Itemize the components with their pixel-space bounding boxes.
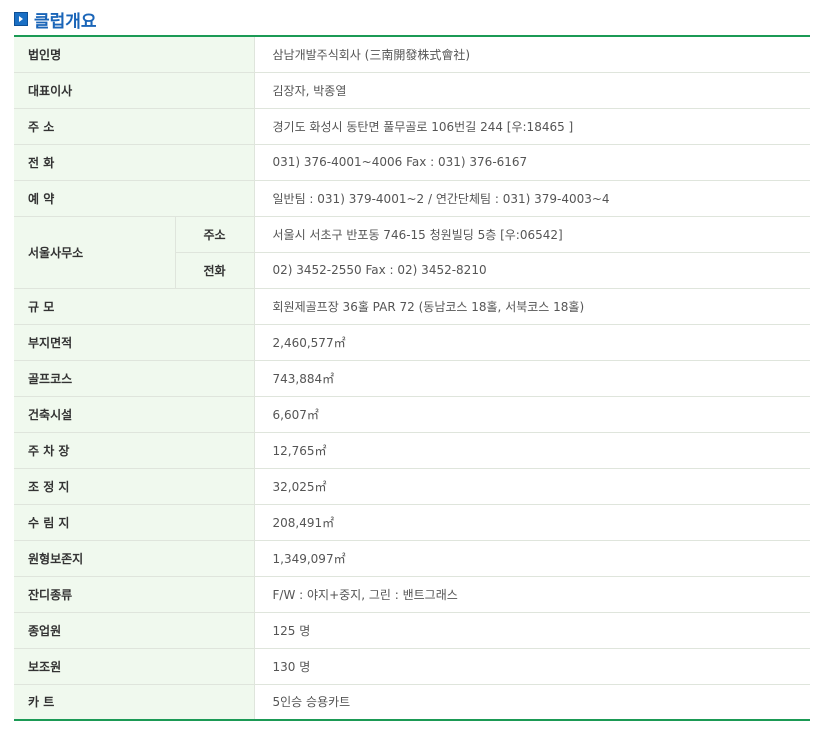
table-row: 골프코스 743,884㎡ [14,360,810,397]
table-row: 주 차 장 12,765㎡ [14,432,810,469]
section-title: 클럽개요 [34,11,97,32]
row-value: 일반팀 : 031) 379-4001~2 / 연간단체팀 : 031) 379… [254,180,810,217]
club-overview-table: 법인명 삼남개발주식회사 (三南開發株式會社) 대표이사 김장자, 박종열 주 … [14,35,810,721]
row-value: 경기도 화성시 동탄면 풀무골로 106번길 244 [우:18465 ] [254,108,810,145]
row-label: 주 차 장 [14,432,255,469]
row-value: 32,025㎡ [254,468,810,505]
table-row: 조 정 지 32,025㎡ [14,468,810,505]
row-label: 법인명 [14,36,255,73]
table-row: 수 림 지 208,491㎡ [14,504,810,541]
row-value: 5인승 승용카트 [272,695,351,710]
row-label: 규 모 [14,288,255,325]
table-row: 종업원 125 명 [14,612,810,649]
seoul-office-phone-label: 전화 [175,252,255,289]
table-row: 주 소 경기도 화성시 동탄면 풀무골로 106번길 244 [우:18465 … [14,108,810,145]
row-value: 2,460,577㎡ [254,324,810,361]
row-value: F/W : 야지+중지, 그린 : 밴트그래스 [254,576,810,613]
row-label: 카 트 [14,684,255,720]
arrow-right-icon [14,12,28,26]
table-row: 건축시설 6,607㎡ [14,396,810,433]
row-label: 잔디종류 [14,576,255,613]
row-value: 김장자, 박종열 [254,72,810,109]
row-label: 전 화 [14,144,255,181]
table-row: 규 모 회원제골프장 36홀 PAR 72 (동남코스 18홀, 서북코스 18… [14,288,810,325]
table-row: 잔디종류 F/W : 야지+중지, 그린 : 밴트그래스 [14,576,810,613]
seoul-office-phone-value: 02) 3452-2550 Fax : 02) 3452-8210 [254,252,810,289]
table-row: 예 약 일반팀 : 031) 379-4001~2 / 연간단체팀 : 031)… [14,180,810,217]
row-label: 수 림 지 [14,504,255,541]
row-value: 743,884㎡ [254,360,810,397]
table-row: 대표이사 김장자, 박종열 [14,72,810,109]
row-value: 125 명 [254,612,810,649]
row-label: 예 약 [14,180,255,217]
section-header: 클럽개요 [14,6,97,32]
row-value: 208,491㎡ [254,504,810,541]
row-value: 12,765㎡ [254,432,810,469]
row-label: 종업원 [14,612,255,649]
seoul-office-label: 서울사무소 [14,216,176,289]
row-value: 031) 376-4001~4006 Fax : 031) 376-6167 [254,144,810,181]
row-label: 대표이사 [14,72,255,109]
row-label: 원형보존지 [14,540,255,577]
row-value: 회원제골프장 36홀 PAR 72 (동남코스 18홀, 서북코스 18홀) [254,288,810,325]
row-label: 부지면적 [14,324,255,361]
seoul-office-address-value: 서울시 서초구 반포동 746-15 청원빌딩 5층 [우:06542] [254,216,810,253]
row-value: 1,349,097㎡ [254,540,810,577]
table-row: 보조원 130 명 [14,648,810,685]
table-row: 원형보존지 1,349,097㎡ [14,540,810,577]
table-row: 카 트 5인승 승용카트 [14,684,810,720]
table-row: 부지면적 2,460,577㎡ [14,324,810,361]
row-label: 건축시설 [14,396,255,433]
seoul-office-address-label: 주소 [175,216,255,253]
row-label: 조 정 지 [14,468,255,505]
row-value: 6,607㎡ [254,396,810,433]
table-row: 전 화 031) 376-4001~4006 Fax : 031) 376-61… [14,144,810,181]
table-row: 법인명 삼남개발주식회사 (三南開發株式會社) [14,36,810,73]
table-row: 서울사무소 주소 서울시 서초구 반포동 746-15 청원빌딩 5층 [우:0… [14,216,810,289]
row-value: 삼남개발주식회사 (三南開發株式會社) [254,36,810,73]
row-label: 주 소 [14,108,255,145]
row-value: 130 명 [254,648,810,685]
row-label: 골프코스 [14,360,255,397]
row-label: 보조원 [14,648,255,685]
